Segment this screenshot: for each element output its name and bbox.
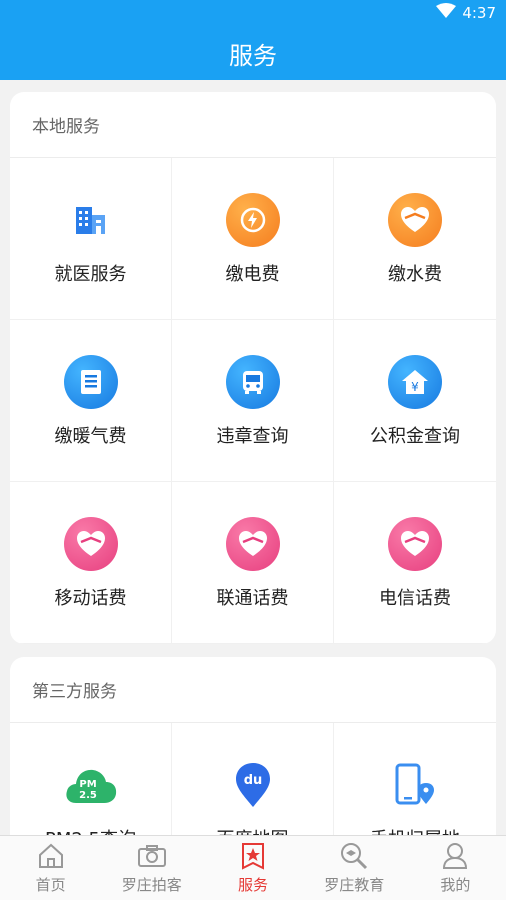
service-violation[interactable]: 违章查询 [172,320,334,482]
service-label: 违章查询 [216,425,289,447]
house-yuan-icon: ¥ [387,354,443,410]
service-label: 缴水费 [388,263,442,285]
service-star-icon [237,841,269,871]
service-label: 就医服务 [54,263,127,285]
svg-text:2.5: 2.5 [79,790,97,801]
service-label: 电信话费 [379,587,451,609]
service-telecom[interactable]: 电信话费 [334,482,496,644]
local-services-card: 本地服务 就医服务 缴电费 缴水费 缴暖气费 违章查询 ¥ 公积金查询 移动话费… [10,92,496,644]
tab-service[interactable]: 服务 [202,836,303,900]
service-label: 缴暖气费 [54,425,127,447]
tab-education[interactable]: 罗庄教育 [304,836,405,900]
service-heating[interactable]: 缴暖气费 [10,320,172,482]
education-search-icon [338,841,370,871]
wifi-icon [436,3,457,23]
service-mobile[interactable]: 移动话费 [10,482,172,644]
status-icons: 4:37 [436,3,496,23]
bus-icon [225,354,281,410]
home-icon [35,841,67,871]
pm25-cloud-icon: PM 2.5 [63,757,119,813]
service-unicom[interactable]: 联通话费 [172,482,334,644]
heart-payment-icon [387,516,443,572]
service-label: 移动话费 [54,587,127,609]
hospital-building-icon [63,192,119,248]
service-label: 联通话费 [216,587,289,609]
phone-location-icon [387,757,443,813]
user-icon [439,841,471,871]
tab-label: 首页 [35,876,66,894]
service-water[interactable]: 缴水费 [334,158,496,320]
tab-mine[interactable]: 我的 [405,836,506,900]
tab-home[interactable]: 首页 [0,836,101,900]
tab-label: 罗庄拍客 [121,876,182,894]
heart-payment-icon [63,516,119,572]
service-label: 缴电费 [225,263,280,285]
baidu-map-pin-icon: du [225,757,281,813]
local-services-title: 本地服务 [10,92,496,158]
electricity-icon [225,192,281,248]
status-bar: 4:37 [0,0,506,26]
heart-payment-icon [387,192,443,248]
service-fund[interactable]: ¥ 公积金查询 [334,320,496,482]
svg-text:PM: PM [79,779,96,790]
service-hospital[interactable]: 就医服务 [10,158,172,320]
svg-text:¥: ¥ [411,380,419,394]
service-electricity[interactable]: 缴电费 [172,158,334,320]
tab-label: 罗庄教育 [324,876,385,894]
tab-label: 我的 [440,876,471,894]
document-icon [63,354,119,410]
service-label: 公积金查询 [370,425,460,447]
heart-payment-icon [225,516,281,572]
tab-label: 服务 [238,876,269,894]
svg-text:du: du [243,773,262,788]
page-title: 服务 [0,26,506,80]
camera-icon [136,841,168,871]
third-party-services-card: 第三方服务 PM 2.5 PM2.5查询 du 百度地图 [10,657,496,857]
bottom-tab-bar: 首页 罗庄拍客 服务 罗庄教育 我的 [0,835,506,900]
tab-paike[interactable]: 罗庄拍客 [101,836,202,900]
third-party-services-title: 第三方服务 [10,657,496,723]
status-time: 4:37 [462,4,496,22]
